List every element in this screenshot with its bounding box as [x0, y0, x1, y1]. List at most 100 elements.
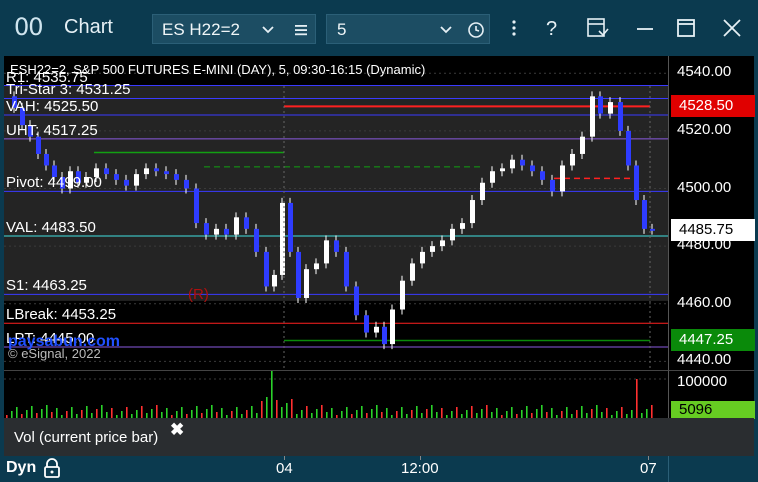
time-label-04: 04 [276, 460, 293, 477]
candle-body [184, 179, 189, 189]
candle-body [364, 315, 369, 333]
volume-bar [291, 399, 293, 419]
candle-body [540, 171, 545, 180]
candle-body [264, 251, 269, 287]
interval-input[interactable]: 5 [326, 14, 490, 44]
candle-body [470, 200, 475, 224]
candle-body [134, 174, 139, 186]
candle-body [560, 165, 565, 192]
candle-body [598, 96, 603, 114]
volume-bars [4, 371, 668, 419]
candle-body [314, 263, 319, 270]
help-icon[interactable]: ? [537, 12, 567, 44]
volume-bar [261, 401, 263, 419]
candle-body [304, 269, 309, 298]
price-axis-tick: 4500.00 [677, 178, 732, 196]
price-chart[interactable]: ESH22=2, S&P 500 FUTURES E-MINI (DAY), 5… [4, 56, 668, 370]
candle-body [204, 223, 209, 235]
candle-body [510, 159, 515, 169]
price-axis-tick: 4520.00 [677, 120, 732, 138]
study-level-label: S1: 4463.25 [6, 277, 87, 295]
candle-body [36, 136, 41, 154]
title-bar: 00 Chart ES H22=2 5 ? [0, 0, 758, 56]
session-shading [4, 86, 668, 301]
candle-body [608, 102, 613, 114]
study-level-label: VAH: 4525.50 [6, 98, 99, 116]
chart-window: 00 Chart ES H22=2 5 ? ESH22=2, S&P 500 F… [0, 0, 758, 482]
volume-bar [651, 405, 653, 419]
symbol-dropdown-chevron-icon[interactable] [261, 23, 275, 37]
interval-dropdown-chevron-icon[interactable] [439, 23, 453, 37]
candle-body [410, 263, 415, 281]
candle-body [390, 309, 395, 345]
price-tag: 4528.50 [671, 95, 755, 118]
study-level-label: Tri-Star 3: 4531.25 [6, 81, 131, 99]
candle-body [280, 202, 285, 275]
volume-bar [541, 405, 543, 419]
candle-body [334, 240, 339, 252]
minimize-icon[interactable] [630, 12, 660, 44]
volume-pane[interactable] [4, 370, 668, 419]
volume-bar [156, 405, 158, 419]
candle-body [164, 171, 169, 175]
time-label-1200: 12:00 [401, 460, 439, 477]
candle-body [626, 130, 631, 166]
time-axis[interactable]: Dyn 04 12:00 07 [0, 456, 758, 482]
volume-bar [376, 405, 378, 419]
volume-bar [431, 405, 433, 419]
volume-bar [486, 405, 488, 419]
volume-bar [321, 405, 323, 419]
candle-body [374, 326, 379, 333]
candle-body [194, 188, 199, 224]
svg-text:?: ? [546, 18, 557, 39]
candle-body [104, 168, 109, 175]
candle-body [634, 165, 639, 201]
remove-study-icon[interactable]: ✖ [170, 420, 184, 440]
interval-value: 5 [337, 20, 347, 39]
candle-body [570, 153, 575, 166]
symbol-menu-icon[interactable] [293, 22, 309, 38]
volume-legend-label[interactable]: Vol (current price bar) [14, 429, 158, 446]
page-settings-icon[interactable] [582, 12, 612, 44]
study-level-label: Pivot: 4499.00 [6, 174, 102, 192]
study-level-label: VAL: 4483.50 [6, 219, 96, 237]
candle-body [324, 240, 329, 264]
price-axis[interactable]: 4540.00 4520.00 4500.00 4480.00 4460.00 4440.… [668, 56, 755, 370]
volume-bar [101, 405, 103, 419]
candle-body [234, 217, 239, 235]
app-logo-icon: 00 [14, 13, 44, 41]
candle-body [288, 202, 293, 252]
candle-body [244, 217, 249, 229]
candle-body [450, 228, 455, 241]
candle-body [124, 179, 129, 186]
volume-bar [271, 371, 273, 419]
volume-axis[interactable]: 100000 5096 [668, 370, 755, 419]
window-title: Chart [64, 16, 113, 38]
candle-body [580, 136, 585, 154]
clock-icon[interactable] [467, 21, 485, 39]
volume-last-value: 5096 [671, 401, 755, 419]
dynamic-mode-label[interactable]: Dyn [6, 459, 36, 477]
symbol-input[interactable]: ES H22=2 [152, 14, 316, 44]
candle-body [400, 280, 405, 310]
close-icon[interactable] [717, 12, 747, 44]
candle-body [382, 326, 387, 345]
price-tag: 4447.25 [671, 329, 755, 352]
lock-icon[interactable] [43, 458, 61, 478]
volume-axis-label: 100000 [677, 373, 728, 390]
more-options-icon[interactable] [499, 12, 529, 44]
volume-bar [636, 379, 638, 419]
candle-body [430, 246, 435, 252]
volume-bar [46, 405, 48, 419]
candle-body [114, 174, 119, 180]
copyright: © eSignal, 2022 [8, 346, 101, 361]
volume-bar [286, 403, 288, 419]
divider [668, 456, 669, 482]
maximize-icon[interactable] [671, 12, 701, 44]
candle-body [154, 168, 159, 172]
candle-body [642, 200, 647, 229]
candle-body [254, 228, 259, 252]
study-level-label: UHT: 4517.25 [6, 121, 98, 139]
candle-body [420, 251, 425, 264]
candle-body [272, 274, 277, 287]
